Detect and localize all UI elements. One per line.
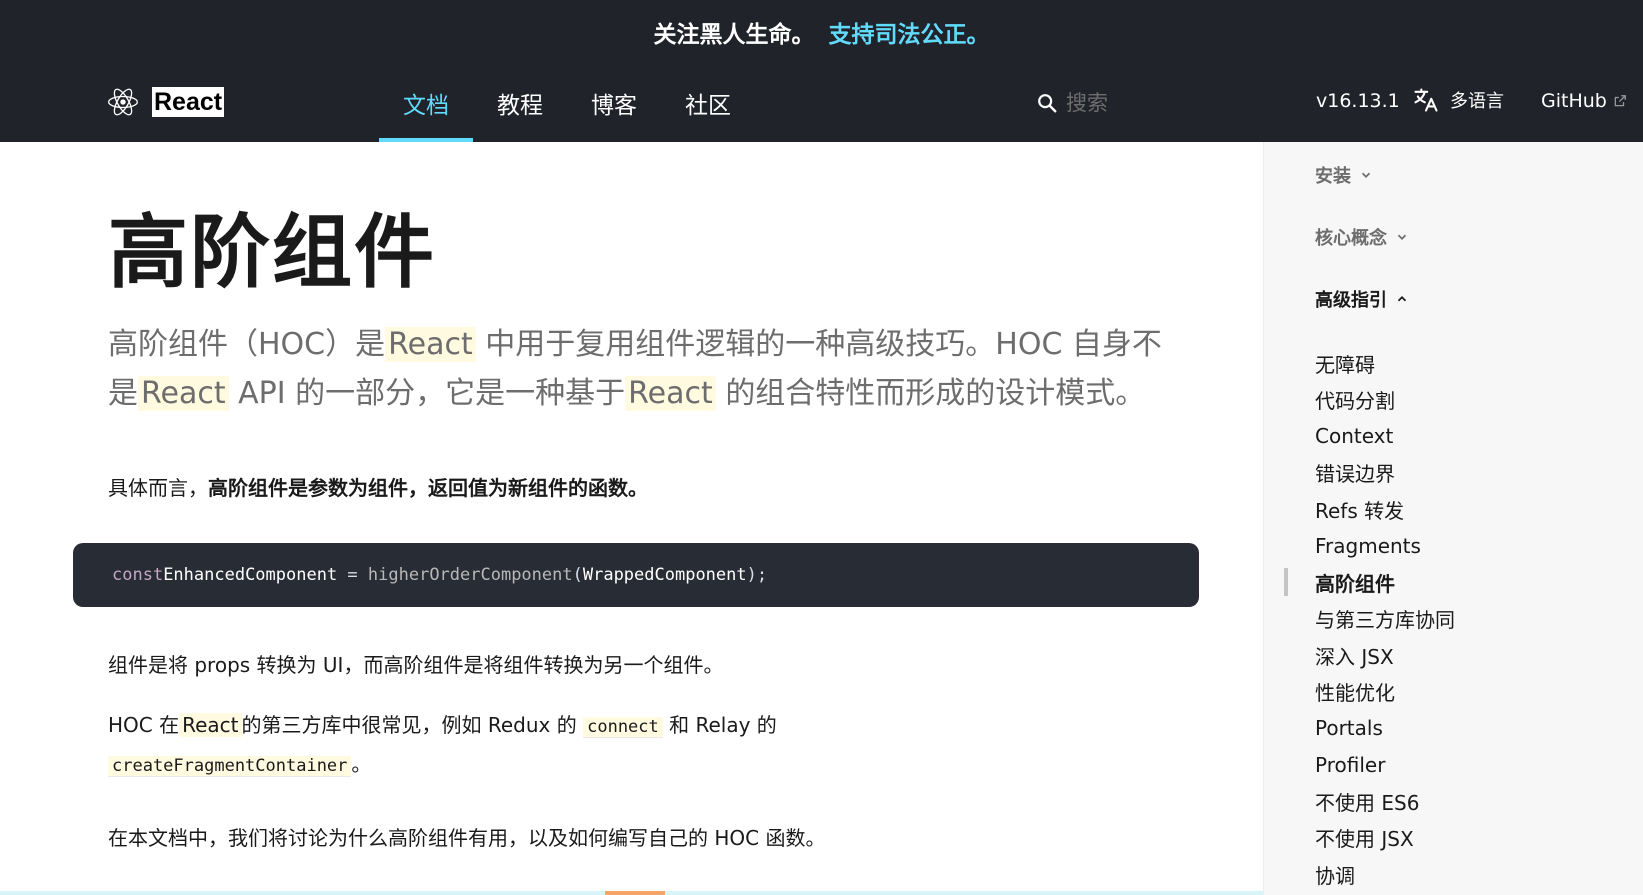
chevron-down-icon <box>1361 172 1371 178</box>
main-nav: 文档 教程 博客 社区 <box>379 64 755 142</box>
sidebar-item-context[interactable]: Context <box>1315 418 1455 455</box>
intro-code-react-3: React <box>625 376 716 411</box>
top-banner: 关注黑人生命。 支持司法公正。 <box>0 0 1643 64</box>
sidebar-list: 无障碍 代码分割 Context 错误边界 Refs 转发 Fragments … <box>1284 345 1455 893</box>
libraries-text-3: 和 Relay 的 <box>669 713 777 737</box>
intro-paragraph: 高阶组件（HOC）是 React 中用于复用组件逻辑的一种高级技巧。HOC 自身不… <box>108 320 1168 418</box>
code-argument: WrappedComponent <box>582 565 747 585</box>
github-label: GitHub <box>1541 90 1607 112</box>
sidebar-section-install[interactable]: 安装 <box>1315 162 1373 188</box>
definition-bold: 高阶组件是参数为组件，返回值为新组件的函数。 <box>208 476 648 500</box>
intro-code-react-1: React <box>385 327 476 362</box>
sidebar-item-portals[interactable]: Portals <box>1315 710 1455 747</box>
sidebar-item-optimizing-performance[interactable]: 性能优化 <box>1315 674 1455 711</box>
brand-name: React <box>152 87 225 117</box>
intro-text-4: 的组合特性而形成的设计模式。 <box>725 376 1146 411</box>
search-box <box>1036 86 1266 120</box>
language-label: 多语言 <box>1450 91 1504 112</box>
libraries-text-1: HOC 在 <box>108 713 180 737</box>
sidebar-section-label: 核心概念 <box>1315 228 1387 249</box>
code-keyword: const <box>112 565 164 585</box>
translate-icon <box>1414 88 1438 112</box>
code-create-fragment-container: createFragmentContainer <box>108 756 352 777</box>
nav-docs[interactable]: 文档 <box>379 64 473 142</box>
sidebar-item-without-jsx[interactable]: 不使用 JSX <box>1315 820 1455 857</box>
intro-code-react-2: React <box>138 376 229 411</box>
chevron-down-icon <box>1397 234 1407 240</box>
definition-paragraph: 具体而言，高阶组件是参数为组件，返回值为新组件的函数。 <box>108 472 648 501</box>
libraries-code-react: React <box>179 713 242 737</box>
sidebar-item-jsx-in-depth[interactable]: 深入 JSX <box>1315 637 1455 674</box>
code-connect: connect <box>583 717 663 738</box>
sidebar-section-label: 高级指引 <box>1315 290 1387 311</box>
bottom-accent <box>605 891 665 895</box>
intro-text-1: 高阶组件（HOC）是 <box>108 327 386 362</box>
sidebar-item-accessibility[interactable]: 无障碍 <box>1315 345 1455 382</box>
search-input[interactable] <box>1066 91 1266 115</box>
code-block: const EnhancedComponent = higherOrderCom… <box>73 543 1199 607</box>
sidebar-section-main-concepts[interactable]: 核心概念 <box>1315 224 1409 250</box>
code-identifier: EnhancedComponent <box>163 565 338 585</box>
sidebar-item-forwarding-refs[interactable]: Refs 转发 <box>1315 491 1455 528</box>
sidebar-item-fragments[interactable]: Fragments <box>1315 528 1455 565</box>
libraries-text-4: 。 <box>351 752 372 776</box>
overview-paragraph: 在本文档中，我们将讨论为什么高阶组件有用，以及如何编写自己的 HOC 函数。 <box>108 826 826 850</box>
react-logo-icon <box>108 88 138 116</box>
sidebar-item-code-splitting[interactable]: 代码分割 <box>1315 382 1455 419</box>
docs-sidebar: 安装 核心概念 高级指引 无障碍 代码分割 Context 错误边界 Refs … <box>1263 142 1643 895</box>
search-icon <box>1038 94 1057 113</box>
external-link-icon <box>1614 95 1626 107</box>
banner-link[interactable]: 支持司法公正。 <box>829 15 990 49</box>
sidebar-item-profiler[interactable]: Profiler <box>1315 747 1455 784</box>
nav-community[interactable]: 社区 <box>661 64 755 142</box>
intro-text-3: API 的一部分，它是一种基于 <box>238 376 626 411</box>
chevron-up-icon <box>1397 296 1407 302</box>
home-link[interactable]: React <box>108 84 225 120</box>
sidebar-item-without-es6[interactable]: 不使用 ES6 <box>1315 783 1455 820</box>
nav-tutorial[interactable]: 教程 <box>473 64 567 142</box>
libraries-text-2: 的第三方库中很常见，例如 Redux 的 <box>241 713 577 737</box>
code-paren-close: ); <box>746 565 768 585</box>
nav-blog[interactable]: 博客 <box>567 64 661 142</box>
sidebar-item-error-boundaries[interactable]: 错误边界 <box>1315 455 1455 492</box>
definition-prefix: 具体而言， <box>108 476 208 500</box>
props-paragraph: 组件是将 props 转换为 UI，而高阶组件是将组件转换为另一个组件。 <box>108 653 724 677</box>
page-title: 高阶组件 <box>108 206 436 299</box>
libraries-paragraph: HOC 在 React 的第三方库中很常见，例如 Redux 的 connect 和… <box>108 707 908 785</box>
site-header: React 文档 教程 博客 社区 v16.13.1 多语言 GitHub <box>0 64 1643 142</box>
article: 高阶组件 高阶组件（HOC）是 React 中用于复用组件逻辑的一种高级技巧。HO… <box>0 142 1263 895</box>
code-function: higherOrderComponent <box>367 565 573 585</box>
language-link[interactable]: 多语言 <box>1412 86 1504 114</box>
code-paren-open: ( <box>572 565 583 585</box>
code-operator: = <box>337 565 368 585</box>
sidebar-section-label: 安装 <box>1315 166 1351 187</box>
github-link[interactable]: GitHub <box>1541 90 1627 112</box>
sidebar-item-hoc[interactable]: 高阶组件 <box>1284 564 1455 601</box>
banner-text: 关注黑人生命。 <box>653 22 815 48</box>
version-link[interactable]: v16.13.1 <box>1316 90 1400 112</box>
sidebar-section-advanced[interactable]: 高级指引 <box>1315 286 1409 312</box>
sidebar-item-third-party[interactable]: 与第三方库协同 <box>1315 601 1455 638</box>
sidebar-item-reconciliation[interactable]: 协调 <box>1315 856 1455 893</box>
